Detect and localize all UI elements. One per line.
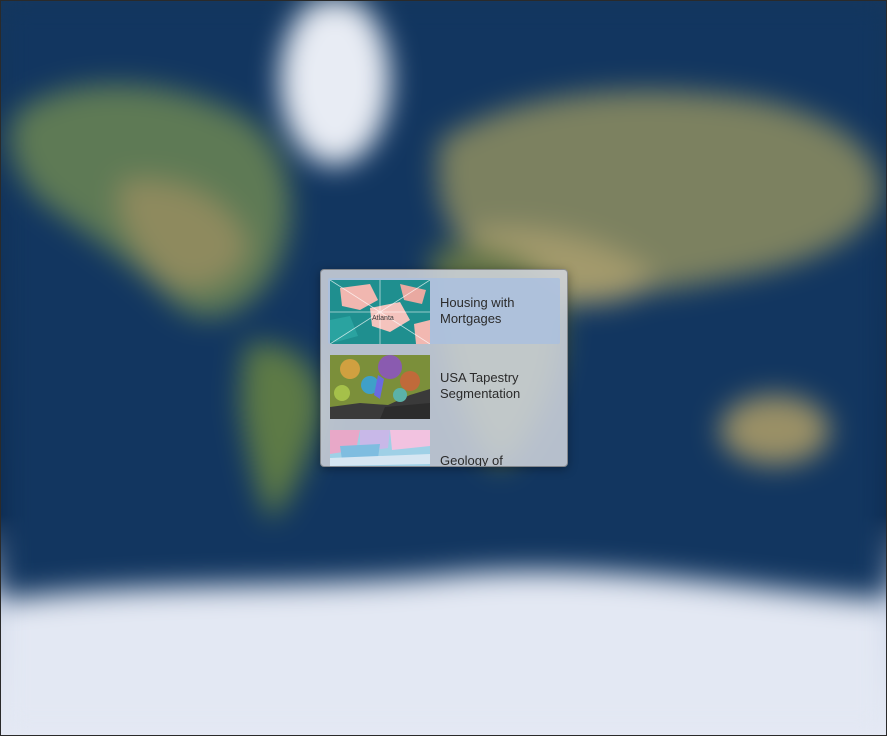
gallery-item-label: Geology of — [440, 453, 503, 466]
gallery-item-housing-with-mortgages[interactable]: Atlanta Housing with Mortgages — [328, 278, 560, 344]
gallery-item-label: USA Tapestry Segmentation — [440, 370, 521, 401]
housing-with-mortgages-thumbnail: Atlanta — [330, 280, 430, 344]
usa-tapestry-segmentation-thumbnail — [330, 355, 430, 419]
basemap-gallery-popup: Atlanta Housing with Mortgages USA Tapes… — [320, 269, 568, 467]
gallery-item-usa-tapestry-segmentation[interactable]: USA Tapestry Segmentation — [328, 353, 560, 419]
geology-thumbnail — [330, 430, 430, 466]
gallery-list[interactable]: Atlanta Housing with Mortgages USA Tapes… — [321, 270, 567, 466]
gallery-item-geology[interactable]: Geology of — [328, 428, 560, 466]
thumbnail-city-label: Atlanta — [372, 315, 394, 322]
gallery-item-label: Housing with Mortgages — [440, 295, 515, 326]
